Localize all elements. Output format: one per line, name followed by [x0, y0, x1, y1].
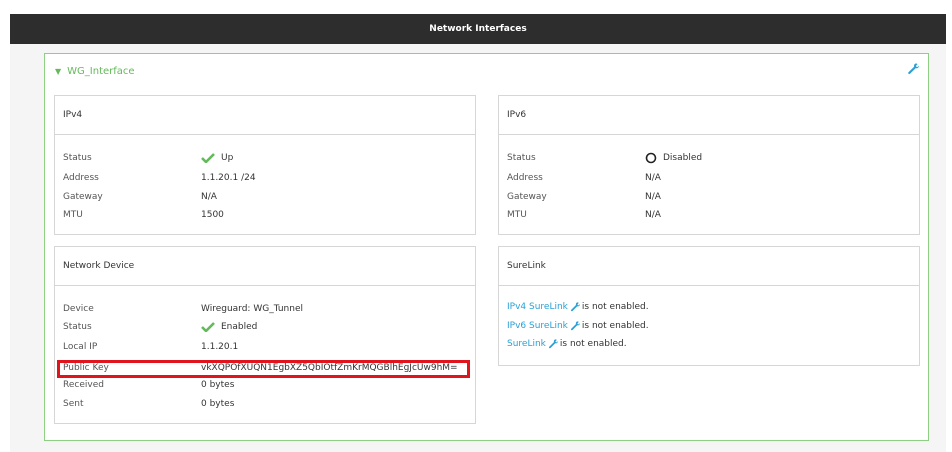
received-label: Received [63, 380, 104, 390]
ipv4-mtu-value: 1500 [201, 210, 224, 220]
wrench-icon[interactable] [548, 339, 558, 349]
ipv6-card-title: IPv6 [499, 96, 919, 135]
ipv6-card: IPv6 Status Disabled Address N/A Gateway… [498, 95, 920, 235]
interface-panel-toggle[interactable]: ▼ WG_Interface [55, 66, 135, 77]
device-status-value: Enabled [221, 322, 258, 332]
network-device-card-title: Network Device [55, 247, 475, 286]
ipv4-gateway-value: N/A [201, 192, 217, 202]
ipv6-gateway-label: Gateway [507, 192, 547, 202]
interface-name: WG_Interface [67, 66, 135, 77]
ipv4-card-title: IPv4 [55, 96, 475, 135]
check-icon [201, 322, 215, 332]
page-title: Network Interfaces [429, 24, 527, 34]
surelink-row: SureLink is not enabled. [507, 339, 627, 349]
ipv4-card: IPv4 Status Up Address 1.1.20.1 /24 Gate… [54, 95, 476, 235]
device-row: Device Wireguard: WG_Tunnel [63, 302, 303, 316]
ipv6-status-label: Status [507, 153, 536, 163]
sent-value: 0 bytes [201, 399, 235, 409]
wrench-icon[interactable] [570, 321, 580, 331]
ipv4-mtu-label: MTU [63, 210, 83, 220]
page-header: Network Interfaces [10, 14, 946, 44]
circle-icon [645, 152, 657, 164]
network-device-card: Network Device Device Wireguard: WG_Tunn… [54, 246, 476, 424]
wrench-icon[interactable] [906, 62, 920, 76]
sent-label: Sent [63, 399, 84, 409]
surelink-status: is not enabled. [559, 339, 627, 349]
check-icon [201, 153, 215, 163]
ipv6-surelink-link[interactable]: IPv6 SureLink [507, 321, 568, 331]
received-value: 0 bytes [201, 380, 235, 390]
ipv4-status-row: Status Up [63, 151, 233, 165]
ipv6-mtu-value: N/A [645, 210, 661, 220]
ipv4-address-value: 1.1.20.1 /24 [201, 173, 256, 183]
ipv6-address-value: N/A [645, 173, 661, 183]
device-link[interactable]: Wireguard: WG_Tunnel [201, 304, 303, 314]
ipv4-address-row: Address 1.1.20.1 /24 [63, 171, 256, 185]
device-status-row: Status Enabled [63, 320, 257, 334]
ipv4-gateway-label: Gateway [63, 192, 103, 202]
ipv4-surelink-status: is not enabled. [581, 302, 649, 312]
sent-row: Sent 0 bytes [63, 397, 234, 411]
ipv6-mtu-row: MTU N/A [507, 208, 661, 222]
ipv6-surelink-row: IPv6 SureLink is not enabled. [507, 321, 649, 331]
ipv6-status-row: Status Disabled [507, 151, 702, 165]
device-label: Device [63, 304, 94, 314]
ipv6-status-value: Disabled [663, 153, 703, 163]
received-row: Received 0 bytes [63, 378, 234, 392]
ipv4-mtu-row: MTU 1500 [63, 208, 224, 222]
ipv4-surelink-row: IPv4 SureLink is not enabled. [507, 302, 649, 312]
surelink-card-title: SureLink [499, 247, 919, 286]
caret-down-icon: ▼ [55, 67, 62, 76]
device-status-label: Status [63, 322, 92, 332]
ipv6-gateway-row: Gateway N/A [507, 190, 661, 204]
ipv4-status-label: Status [63, 153, 92, 163]
ipv4-status-value: Up [221, 153, 234, 163]
ipv6-address-label: Address [507, 173, 543, 183]
ipv6-address-row: Address N/A [507, 171, 661, 185]
surelink-card: SureLink IPv4 SureLink is not enabled. I… [498, 246, 920, 366]
wrench-icon[interactable] [570, 302, 580, 312]
ipv4-address-label: Address [63, 173, 99, 183]
ipv4-surelink-link[interactable]: IPv4 SureLink [507, 302, 568, 312]
local-ip-value: 1.1.20.1 [201, 342, 239, 352]
ipv6-mtu-label: MTU [507, 210, 527, 220]
local-ip-label: Local IP [63, 342, 98, 352]
local-ip-row: Local IP 1.1.20.1 [63, 340, 238, 354]
surelink-link[interactable]: SureLink [507, 339, 546, 349]
ipv6-gateway-value: N/A [645, 192, 661, 202]
public-key-highlight-box [57, 360, 470, 378]
ipv4-gateway-row: Gateway N/A [63, 190, 217, 204]
ipv6-surelink-status: is not enabled. [581, 321, 649, 331]
